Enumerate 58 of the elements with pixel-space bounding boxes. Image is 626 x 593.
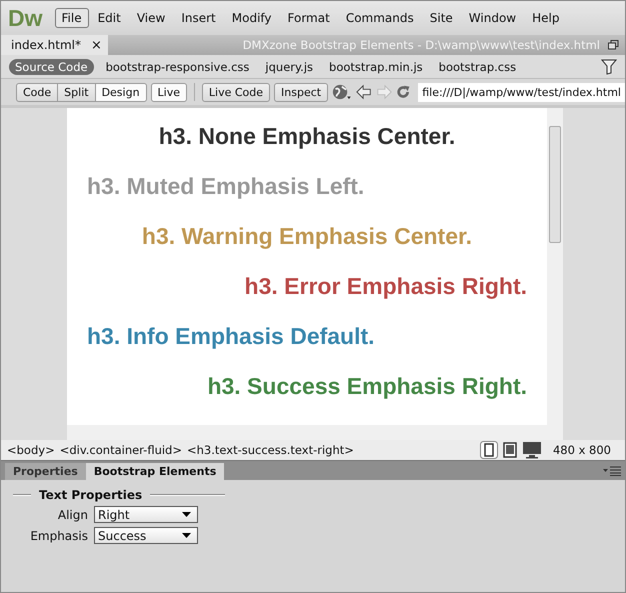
dropdown[interactable]: Success [94, 527, 198, 544]
app-logo: Dw [8, 4, 42, 32]
heading: h3. Success Emphasis Right. [206, 372, 527, 400]
phone-icon[interactable] [480, 441, 498, 459]
heading: h3. Info Emphasis Default. [87, 322, 376, 350]
back-icon[interactable] [356, 84, 372, 100]
menu-item[interactable]: Site [422, 8, 460, 28]
inspect-button[interactable]: Inspect [274, 82, 328, 102]
related-file[interactable]: jquery.js [261, 58, 318, 74]
view-mode-button[interactable]: Split [57, 82, 96, 102]
field-label: Align [56, 508, 88, 522]
caret-icon[interactable] [182, 532, 191, 538]
dropdown[interactable]: Right [94, 506, 198, 523]
panel-menu-icon[interactable] [603, 466, 621, 476]
filter-icon[interactable] [601, 58, 617, 74]
refresh-icon[interactable] [396, 84, 410, 100]
menu-item[interactable]: Modify [224, 8, 279, 28]
tag-selector[interactable]: <h3.text-success.text-right> [187, 443, 354, 457]
menu-item[interactable]: Commands [338, 8, 421, 28]
tablet-icon[interactable] [502, 442, 517, 458]
heading: h3. None Emphasis Center. [158, 122, 456, 150]
live-button[interactable]: Live [150, 82, 188, 102]
menu-item[interactable]: Window [462, 8, 524, 28]
close-icon[interactable]: × [90, 38, 102, 52]
panel-tab[interactable]: Properties [5, 463, 86, 480]
heading: h3. Muted Emphasis Left. [87, 172, 366, 200]
horizontal-scrollbar[interactable] [67, 425, 563, 440]
live-code-button[interactable]: Live Code [202, 82, 270, 102]
document-tab[interactable]: index.html* × [1, 35, 108, 55]
field-label: Emphasis [29, 528, 88, 542]
menu-item[interactable]: File [54, 8, 89, 28]
related-file[interactable]: bootstrap.css [434, 58, 520, 74]
vertical-scrollbar[interactable] [547, 108, 563, 425]
caret-icon[interactable] [182, 512, 191, 518]
related-file[interactable]: bootstrap-responsive.css [102, 58, 254, 74]
section-title: Text Properties [39, 488, 142, 502]
menu-item[interactable]: View [130, 8, 172, 28]
tag-selector[interactable]: <div.container-fluid> [60, 443, 182, 457]
view-mode-button[interactable]: Code [16, 82, 58, 102]
menu-item[interactable]: Edit [90, 8, 128, 28]
forward-icon [376, 84, 392, 100]
globe-icon[interactable] [332, 83, 352, 101]
heading: h3. Error Emphasis Right. [244, 272, 527, 300]
restore-icon[interactable] [608, 40, 619, 50]
related-file[interactable]: bootstrap.min.js [325, 58, 427, 74]
monitor-icon[interactable] [522, 441, 542, 459]
address-field[interactable]: file:///D|/wamp/www/test/index.html [418, 82, 625, 102]
tag-selector[interactable]: <body> [7, 443, 55, 457]
document-tab-label: index.html* [11, 38, 81, 52]
window-title: DMXzone Bootstrap Elements - D:\wamp\www\test\index.html [242, 38, 600, 52]
menu-item[interactable]: Format [280, 8, 337, 28]
window-size[interactable]: 480 x 800 [552, 443, 611, 457]
menu-item[interactable]: Help [525, 8, 566, 28]
heading: h3. Warning Emphasis Center. [140, 222, 474, 250]
view-mode-button[interactable]: Design [94, 82, 147, 102]
related-file[interactable]: Source Code [9, 58, 94, 74]
panel-tab[interactable]: Bootstrap Elements [86, 463, 224, 480]
menu-item[interactable]: Insert [174, 8, 223, 28]
